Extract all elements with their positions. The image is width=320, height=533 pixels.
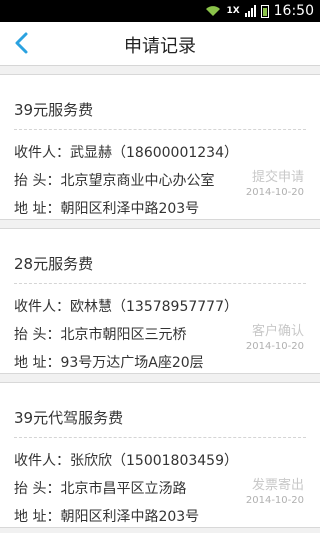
status-bar: 1X 16:50 (0, 0, 320, 22)
address-row: 地 址：朝阳区利泽中路203号 (14, 506, 199, 526)
record-date: 2014-10-20 (245, 187, 304, 198)
divider (14, 437, 306, 438)
address-value: 93号万达广场A座20层 (60, 355, 204, 371)
recipient-value: 欧林慧（13578957777） (70, 299, 238, 315)
address-label: 地 址： (14, 355, 61, 371)
record-card[interactable]: 39元服务费 收件人：武显赫（18600001234） 抬 头：北京望京商业中心… (0, 74, 320, 220)
recipient-value: 武显赫（18600001234） (70, 145, 238, 161)
address-value: 朝阳区利泽中路203号 (60, 509, 200, 525)
recipient-label: 收件人： (14, 453, 70, 469)
heading-value: 北京市朝阳区三元桥 (60, 327, 187, 343)
heading-value: 北京望京商业中心办公室 (60, 173, 215, 189)
battery-icon (260, 4, 269, 18)
heading-row: 抬 头：北京市朝阳区三元桥 (14, 324, 186, 344)
address-row: 地 址：93号万达广场A座20层 (14, 352, 204, 372)
heading-row: 抬 头：北京市昌平区立汤路 (14, 478, 186, 498)
status-time: 16:50 (273, 3, 314, 19)
record-card[interactable]: 28元服务费 收件人：欧林慧（13578957777） 抬 头：北京市朝阳区三元… (0, 228, 320, 374)
heading-value: 北京市昌平区立汤路 (60, 481, 187, 497)
heading-row: 抬 头：北京望京商业中心办公室 (14, 170, 214, 190)
status-text: 客户确认 (251, 324, 304, 339)
divider (14, 283, 306, 284)
address-label: 地 址： (14, 509, 61, 525)
recipient-label: 收件人： (14, 145, 70, 161)
record-date: 2014-10-20 (245, 495, 304, 506)
status-text: 发票寄出 (251, 478, 304, 493)
record-date: 2014-10-20 (245, 341, 304, 352)
recipient-row: 收件人：欧林慧（13578957777） (14, 296, 238, 316)
address-value: 朝阳区利泽中路203号 (60, 201, 200, 217)
heading-label: 抬 头： (14, 327, 61, 343)
recipient-row: 收件人：武显赫（18600001234） (14, 142, 238, 162)
record-title: 39元代驾服务费 (14, 409, 124, 427)
page-title: 申请记录 (124, 36, 196, 57)
address-row: 地 址：朝阳区利泽中路203号 (14, 198, 199, 218)
status-text: 提交申请 (251, 170, 304, 185)
heading-label: 抬 头： (14, 481, 61, 497)
record-card[interactable]: 39元代驾服务费 收件人：张欣欣（15001803459） 抬 头：北京市昌平区… (0, 382, 320, 528)
recipient-value: 张欣欣（15001803459） (70, 453, 238, 469)
divider (14, 129, 306, 130)
record-list: 39元服务费 收件人：武显赫（18600001234） 抬 头：北京望京商业中心… (0, 66, 320, 528)
recipient-label: 收件人： (14, 299, 70, 315)
address-label: 地 址： (14, 201, 61, 217)
record-title: 39元服务费 (14, 101, 94, 119)
record-title: 28元服务费 (14, 255, 94, 273)
signal-icon (244, 5, 256, 17)
wifi-icon (206, 6, 221, 16)
recipient-row: 收件人：张欣欣（15001803459） (14, 450, 238, 470)
heading-label: 抬 头： (14, 173, 61, 189)
title-bar: 申请记录 (0, 22, 320, 66)
network-type-label: 1X (226, 6, 240, 16)
